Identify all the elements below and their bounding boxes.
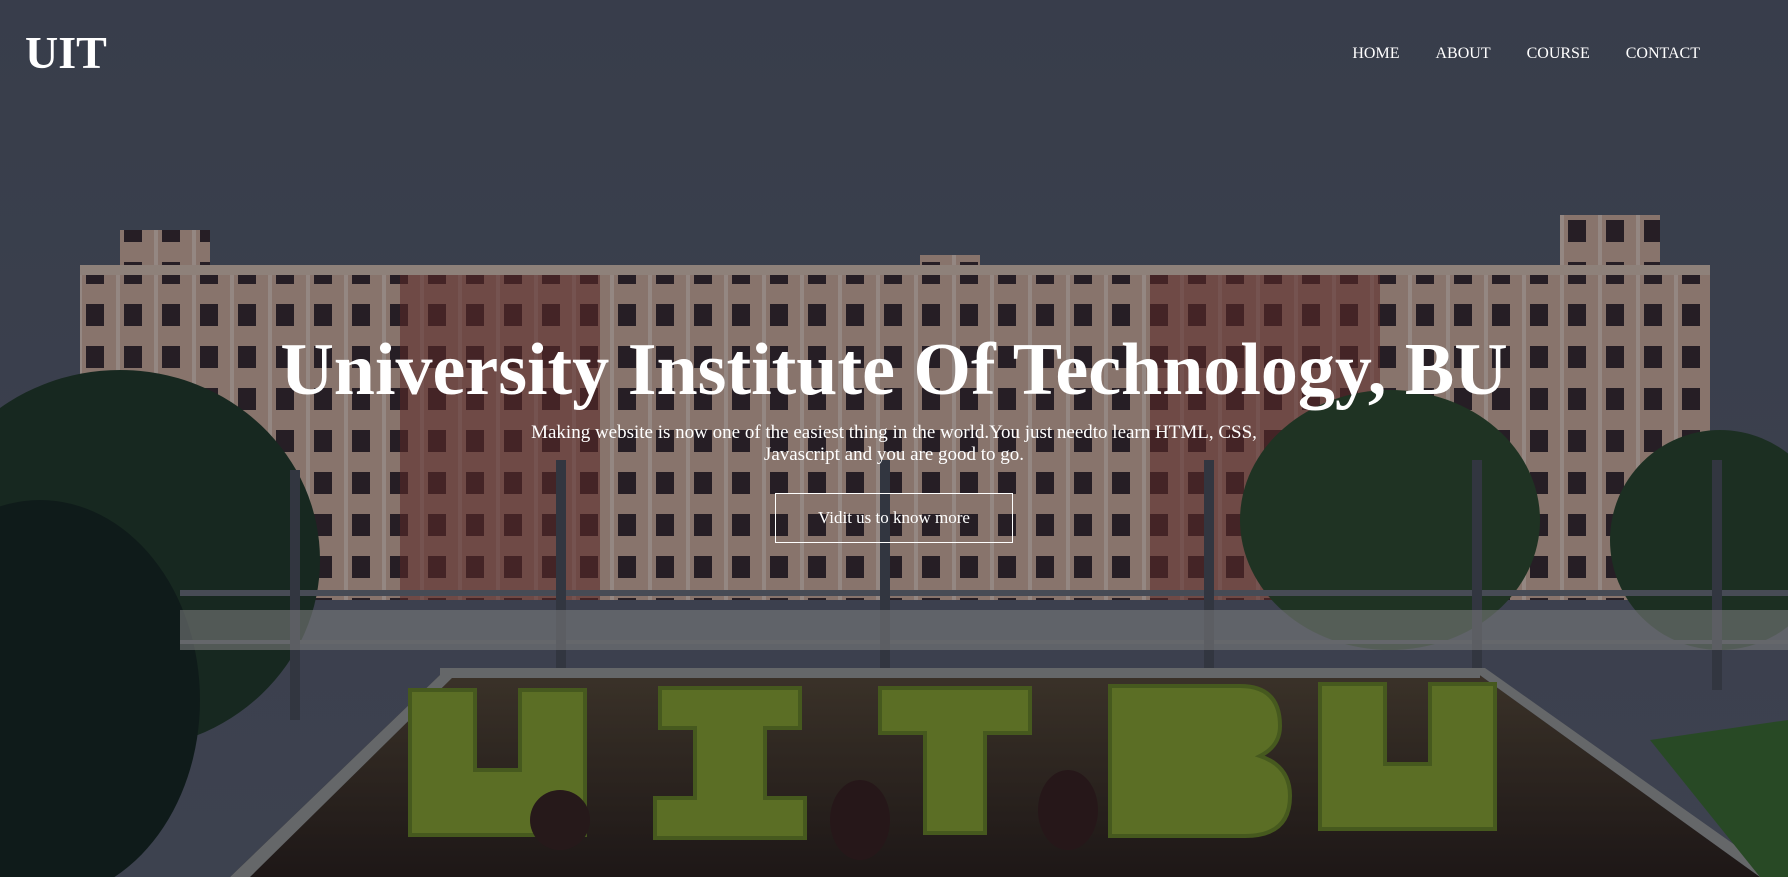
site-logo[interactable]: UIT: [25, 26, 107, 79]
visit-us-button[interactable]: Vidit us to know more: [775, 493, 1013, 543]
hero-subtitle: Making website is now one of the easiest…: [531, 422, 1257, 465]
hero-title: University Institute Of Technology, BU: [280, 329, 1508, 411]
hero-section: UIT HOME ABOUT COURSE CONTACT University…: [0, 0, 1788, 877]
navbar: UIT HOME ABOUT COURSE CONTACT: [0, 0, 1788, 110]
nav-contact-link[interactable]: CONTACT: [1626, 45, 1700, 63]
nav-about-link[interactable]: ABOUT: [1435, 45, 1490, 63]
nav-links: HOME ABOUT COURSE CONTACT: [1352, 45, 1700, 63]
nav-course-link[interactable]: COURSE: [1527, 45, 1590, 63]
hero-text-box: University Institute Of Technology, BU M…: [0, 330, 1788, 543]
nav-home-link[interactable]: HOME: [1352, 45, 1399, 63]
